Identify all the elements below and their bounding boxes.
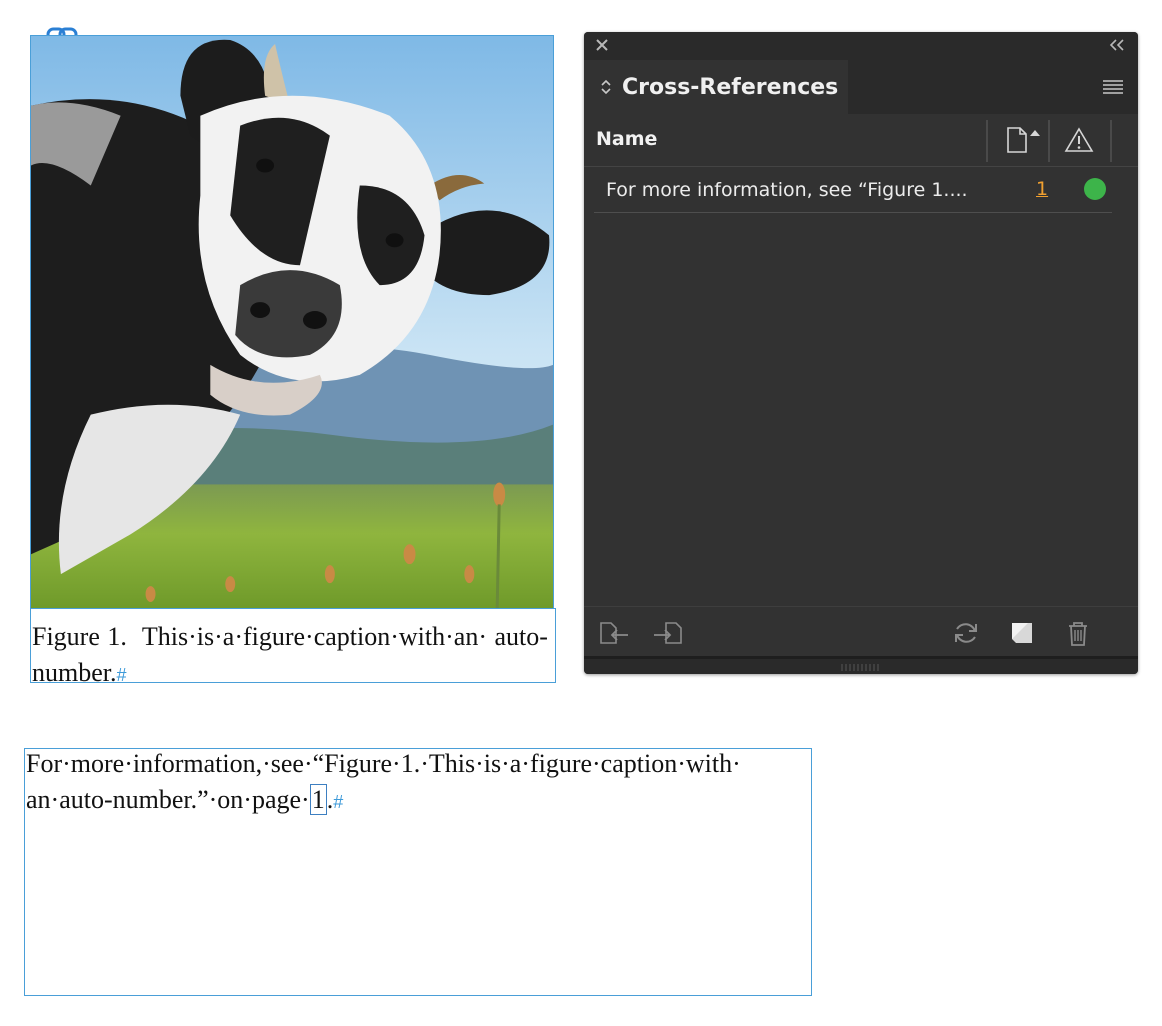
panel-menu-icon[interactable]: [1102, 78, 1124, 96]
grip-icon: [841, 664, 879, 671]
cow-photo: [31, 36, 553, 608]
caption-number: Figure 1.: [32, 622, 127, 651]
cross-reference-source[interactable]: 1: [309, 784, 327, 815]
cross-reference-paragraph: For·more·information,·see·“Figure·1.·Thi…: [25, 746, 811, 820]
cross-reference-row[interactable]: For more information, see “Figure 1.... …: [594, 168, 1112, 213]
panel-tabbar: Cross-References: [584, 60, 1138, 114]
column-name[interactable]: Name: [596, 128, 657, 150]
cross-reference-name: For more information, see “Figure 1....: [606, 179, 968, 201]
warning-icon[interactable]: [1064, 126, 1094, 154]
column-separator[interactable]: [1110, 120, 1112, 162]
tab-cross-references[interactable]: Cross-References: [584, 60, 848, 114]
body-text-frame[interactable]: For·more·information,·see·“Figure·1.·Thi…: [24, 748, 812, 996]
close-icon[interactable]: [594, 37, 610, 53]
column-separator[interactable]: [986, 120, 988, 162]
image-frame[interactable]: [30, 35, 554, 609]
column-separator[interactable]: [1048, 120, 1050, 162]
trash-icon[interactable]: [1062, 619, 1094, 647]
paragraph-end-marker: #: [333, 792, 344, 812]
status-ok-indicator: [1084, 178, 1106, 200]
panel-footer: [584, 606, 1138, 657]
column-header: Name: [584, 114, 1138, 167]
page-icon[interactable]: [1004, 126, 1040, 154]
paragraph-end-marker: #: [116, 665, 127, 685]
cross-references-panel: Cross-References Name For more informati…: [584, 32, 1138, 674]
expand-collapse-icon[interactable]: [600, 78, 612, 96]
paragraph-text: For·more·information,·see·“Figure·1.·Thi…: [26, 749, 741, 814]
caption-text-frame[interactable]: Figure 1. This·is·a·figure·caption·with·…: [30, 608, 556, 687]
figure-caption: Figure 1. This·is·a·figure·caption·with·…: [31, 609, 555, 693]
panel-titlebar: [584, 32, 1138, 60]
cross-reference-page-link[interactable]: 1: [1036, 178, 1048, 200]
collapse-panel-icon[interactable]: [1108, 38, 1126, 52]
go-to-destination-icon[interactable]: [652, 619, 684, 647]
new-cross-reference-icon[interactable]: [1006, 619, 1038, 647]
go-to-source-icon[interactable]: [598, 619, 630, 647]
refresh-icon[interactable]: [950, 619, 982, 647]
panel-title: Cross-References: [622, 74, 839, 100]
panel-resize-grip[interactable]: [584, 656, 1138, 674]
